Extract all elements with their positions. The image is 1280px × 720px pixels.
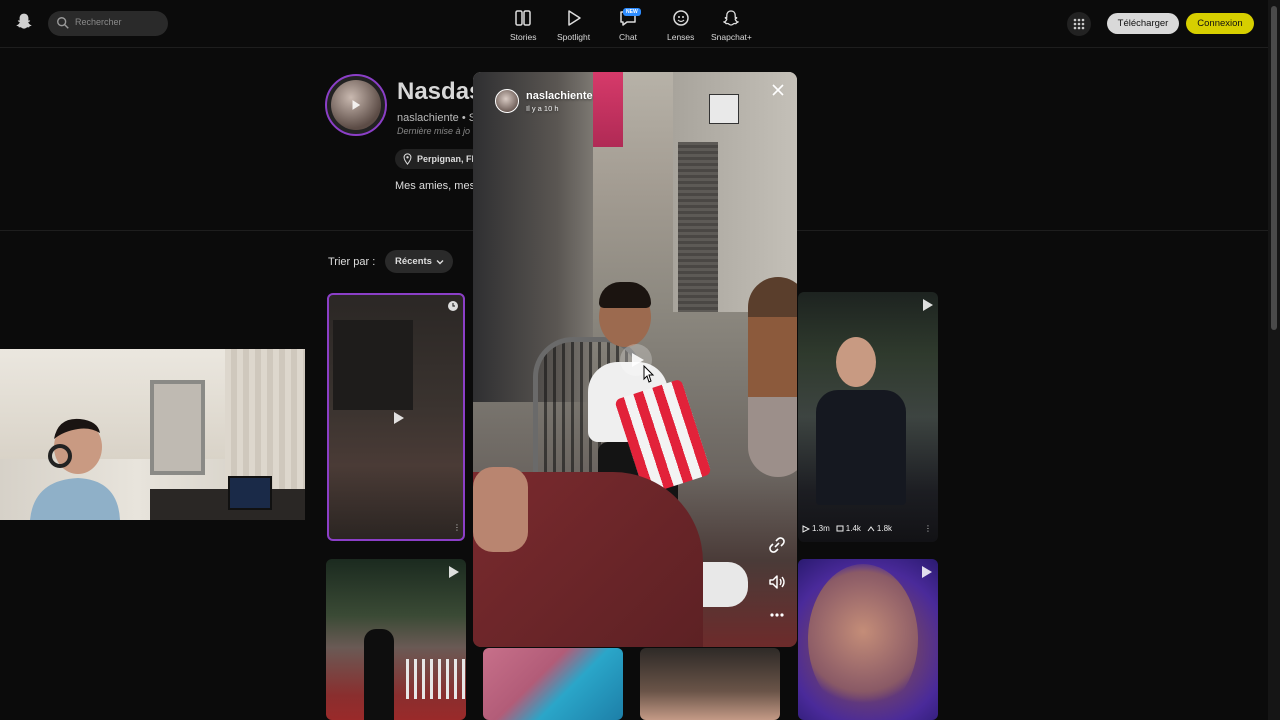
nav-snapchat-plus[interactable]: Snapchat+ xyxy=(711,8,752,46)
nav-spotlight-label: Spotlight xyxy=(557,32,591,42)
story-author-avatar[interactable] xyxy=(495,89,519,113)
more-icon[interactable]: ⋮ xyxy=(453,523,461,532)
comments-stat: 1.4k xyxy=(836,524,861,533)
login-button[interactable]: Connexion xyxy=(1186,13,1254,34)
tile-stats: 1.3m 1.4k 1.8k xyxy=(802,524,892,533)
sort-selected-value: Récents xyxy=(395,256,432,267)
profile-bio: Mes amies, mes xyxy=(395,180,476,192)
download-button[interactable]: Télécharger xyxy=(1107,13,1179,34)
shares-count: 1.8k xyxy=(876,524,893,533)
volume-icon[interactable] xyxy=(766,571,788,593)
play-icon xyxy=(394,412,404,424)
tile-face-shape xyxy=(808,564,918,714)
snapchat-plus-icon xyxy=(723,10,740,26)
apps-grid-icon xyxy=(1073,18,1085,30)
play-icon xyxy=(923,299,933,311)
story-shutter xyxy=(678,142,718,312)
webcam-person xyxy=(30,418,120,520)
views-count: 1.3m xyxy=(812,524,830,533)
nav-stories[interactable]: Stories xyxy=(510,8,536,46)
play-icon xyxy=(449,566,459,578)
story-street-sign xyxy=(709,94,739,124)
nav-chat-label: Chat xyxy=(619,32,637,42)
nav-spotlight[interactable]: Spotlight xyxy=(557,8,590,46)
more-options-icon[interactable] xyxy=(766,604,788,626)
new-badge: NEW xyxy=(623,8,641,16)
story-tile-active[interactable]: ⋮ xyxy=(327,293,465,541)
profile-display-name: Nasdas xyxy=(397,78,483,105)
close-icon[interactable] xyxy=(770,82,786,98)
comments-count: 1.4k xyxy=(845,524,861,533)
comment-icon xyxy=(836,525,844,531)
story-tile[interactable]: 1.3m 1.4k 1.8k ⋮ xyxy=(798,292,938,542)
search-icon xyxy=(57,17,69,29)
mouse-cursor-icon xyxy=(643,365,655,383)
shares-stat: 1.8k xyxy=(867,524,892,533)
search-bar[interactable]: Rechercher xyxy=(48,11,168,36)
share-icon xyxy=(867,525,875,531)
location-pin-icon xyxy=(403,153,412,165)
nav-lenses-label: Lenses xyxy=(667,32,695,42)
apps-grid-button[interactable] xyxy=(1067,12,1091,36)
snapchat-ghost-logo-icon[interactable] xyxy=(14,12,34,32)
nav-stories-label: Stories xyxy=(510,32,537,42)
clock-icon xyxy=(448,301,458,311)
profile-last-updated: Dernière mise à jo xyxy=(397,126,471,136)
profile-avatar[interactable] xyxy=(325,74,387,136)
chevron-down-icon xyxy=(436,260,444,265)
story-tile[interactable] xyxy=(640,648,780,720)
story-foreground-hand xyxy=(473,467,528,552)
stories-icon xyxy=(515,10,531,26)
sort-label: Trier par : xyxy=(328,256,376,268)
nav-lenses[interactable]: Lenses xyxy=(667,8,694,46)
story-timestamp: Il y a 10 h xyxy=(526,104,559,113)
search-input[interactable]: Rechercher xyxy=(75,17,122,27)
avatar-play-icon xyxy=(352,100,361,110)
story-username[interactable]: naslachiente xyxy=(526,90,593,102)
story-tile[interactable] xyxy=(326,559,466,720)
page-scrollbar[interactable] xyxy=(1268,0,1280,720)
profile-username: naslachiente • S xyxy=(397,112,477,124)
tile-thumb-shape xyxy=(333,320,413,410)
sort-dropdown[interactable]: Récents xyxy=(385,250,453,273)
spotlight-play-icon xyxy=(567,10,581,26)
story-second-child xyxy=(748,277,797,477)
tile-face-shape xyxy=(836,337,876,387)
more-icon[interactable]: ⋮ xyxy=(924,524,932,533)
location-label: Perpignan, Fl xyxy=(417,154,475,164)
location-chip[interactable]: Perpignan, Fl xyxy=(395,149,483,169)
nav-snapchat-plus-label: Snapchat+ xyxy=(711,32,752,42)
lenses-icon xyxy=(672,10,689,26)
webcam-mirror xyxy=(150,380,205,475)
story-kid-hair xyxy=(599,282,651,308)
link-icon[interactable] xyxy=(766,534,788,556)
tile-fence-shape xyxy=(406,659,466,699)
tile-person-shape xyxy=(364,629,394,720)
play-icon xyxy=(922,566,932,578)
webcam-overlay xyxy=(0,349,305,520)
webcam-monitor xyxy=(228,476,272,510)
story-flag xyxy=(593,72,623,147)
play-count-icon xyxy=(802,524,810,533)
views-stat: 1.3m xyxy=(802,524,830,533)
story-tile[interactable] xyxy=(483,648,623,720)
scrollbar-thumb[interactable] xyxy=(1271,6,1277,330)
story-tile[interactable] xyxy=(798,559,938,720)
tile-jersey-shape xyxy=(816,390,906,505)
top-navigation-bar: Rechercher Stories Spotlight Chat NEW Le… xyxy=(0,0,1268,48)
